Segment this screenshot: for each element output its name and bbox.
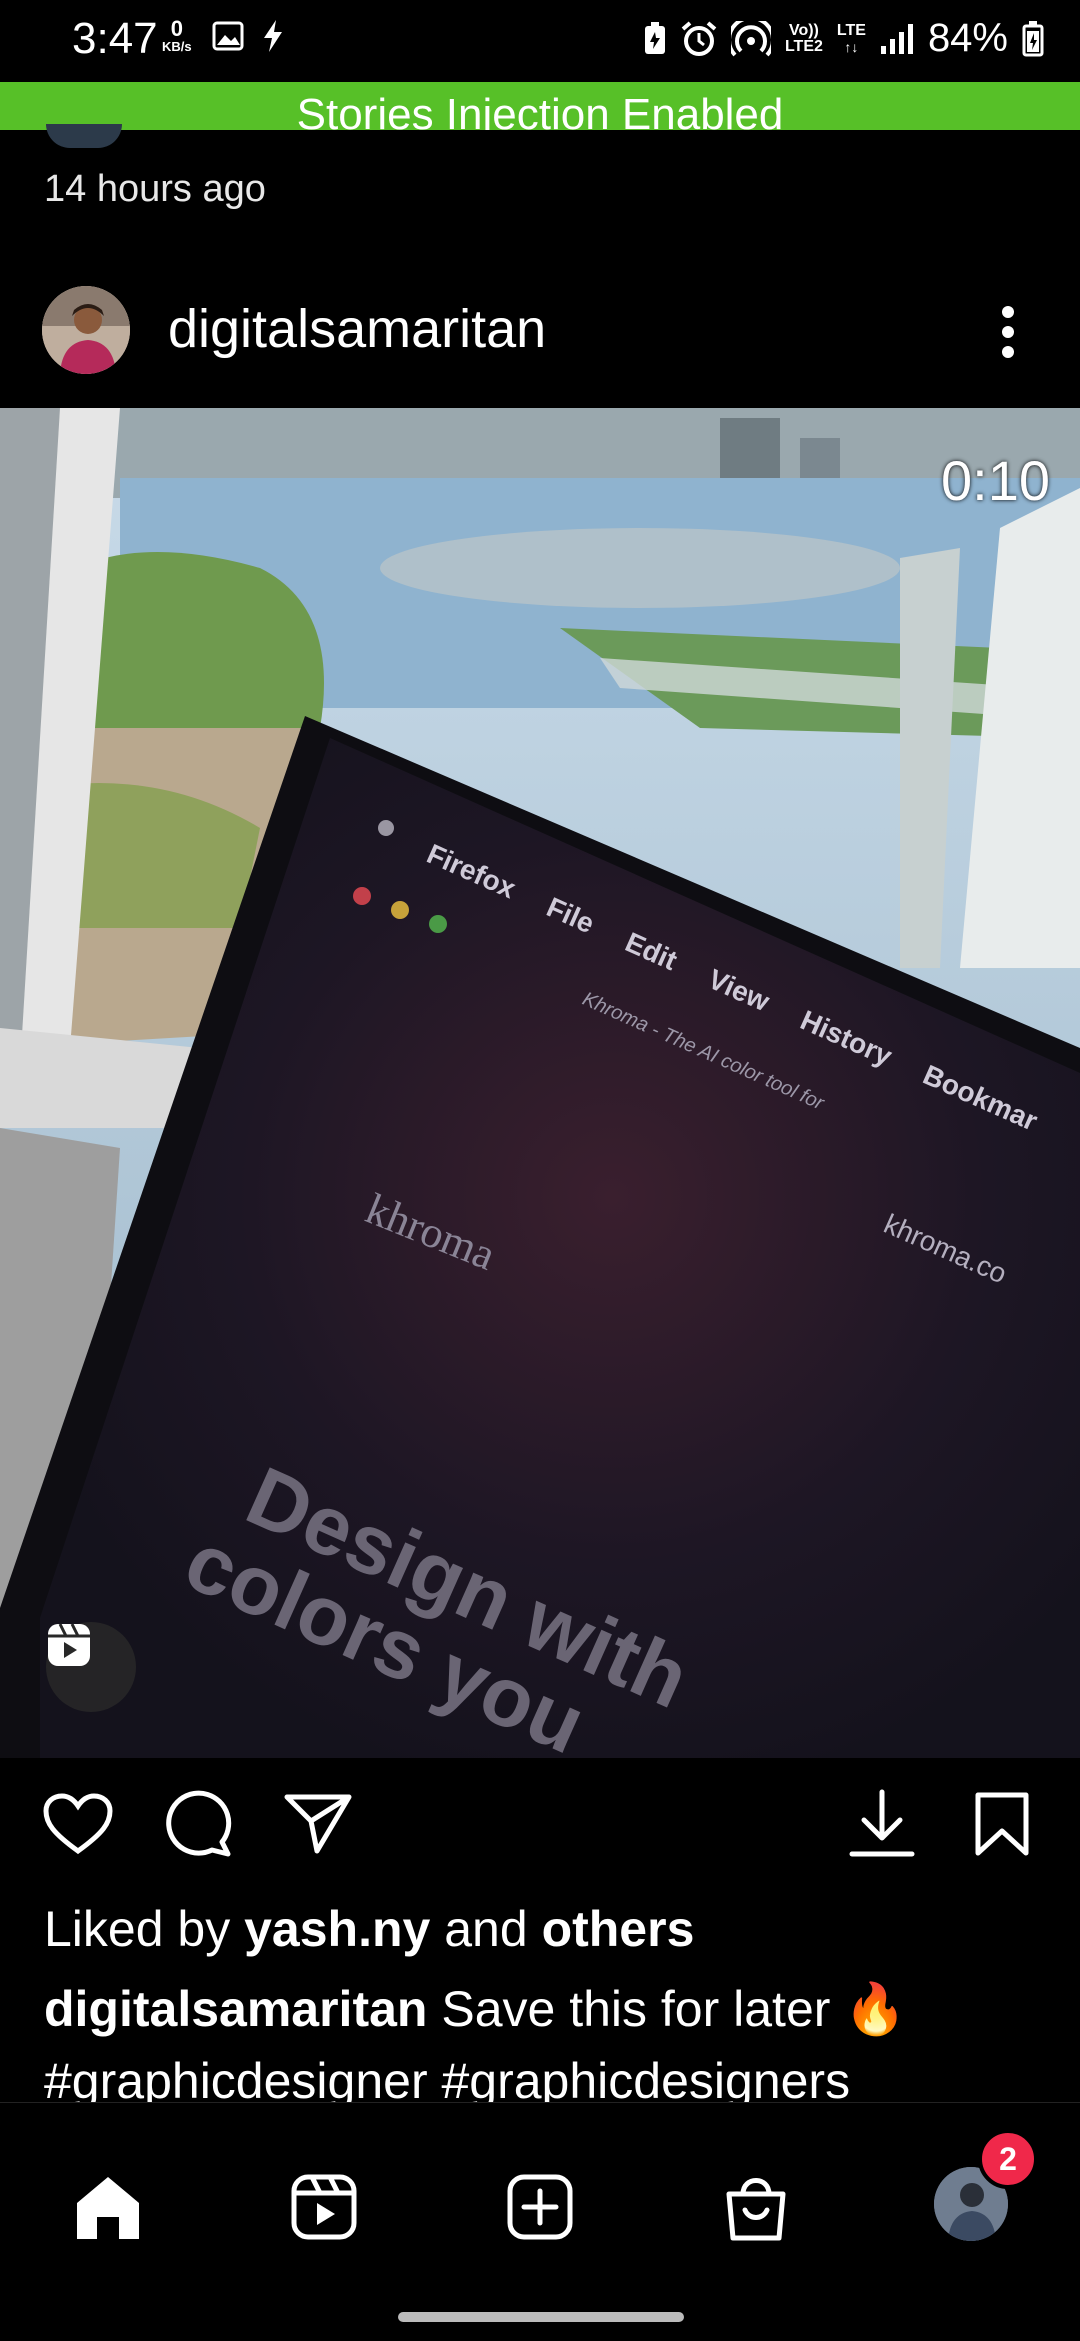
caption-text: Save this for later 🔥	[427, 1981, 907, 2037]
stories-injection-banner: Stories Injection Enabled	[0, 82, 1080, 130]
reels-icon	[48, 1623, 90, 1666]
add-icon	[507, 2174, 573, 2240]
battery-saver-icon	[644, 21, 665, 54]
heart-icon	[43, 1793, 113, 1855]
battery-icon	[1022, 20, 1044, 56]
reel-badge[interactable]	[46, 1622, 136, 1712]
network-speed: 0 KB/s	[162, 16, 192, 56]
avatar-image	[42, 286, 130, 374]
signal-icon	[880, 23, 913, 54]
likes-others-link[interactable]: others	[542, 1901, 695, 1957]
more-dot-icon	[1002, 326, 1014, 338]
nav-reels[interactable]	[284, 2167, 364, 2247]
notification-icons	[212, 20, 284, 52]
more-dot-icon	[1002, 346, 1014, 358]
comment-icon	[166, 1790, 232, 1857]
more-dot-icon	[1002, 306, 1014, 318]
nav-shop[interactable]	[716, 2167, 796, 2247]
more-options-button[interactable]	[988, 300, 1028, 364]
post-author-username[interactable]: digitalsamaritan	[168, 298, 546, 360]
send-icon	[284, 1794, 352, 1854]
download-icon	[849, 1789, 915, 1857]
hotspot-icon	[730, 20, 771, 56]
volte-label: Vo))	[788, 21, 819, 39]
like-button[interactable]	[42, 1788, 114, 1860]
home-indicator[interactable]	[398, 2312, 684, 2322]
network-speed-value: 0	[170, 16, 183, 41]
lte-indicator: LTE ↑↓	[836, 21, 866, 55]
network-speed-unit: KB/s	[162, 39, 192, 54]
shop-icon	[726, 2178, 786, 2241]
flash-icon	[264, 20, 282, 52]
post-caption: digitalsamaritan Save this for later 🔥	[44, 1980, 1054, 2039]
bookmark-icon	[975, 1792, 1029, 1856]
alarm-icon	[681, 20, 717, 56]
caption-hashtags[interactable]: #graphicdesigner #graphicdesigners	[44, 2052, 850, 2102]
bottom-navigation: 2	[0, 2102, 1080, 2341]
comment-button[interactable]	[162, 1788, 234, 1860]
volte-sim-label: LTE2	[784, 37, 823, 55]
notification-badge: 2	[978, 2129, 1038, 2189]
volte-indicator: Vo)) LTE2	[784, 21, 823, 55]
likes-user-link[interactable]: yash.ny	[244, 1901, 430, 1957]
banner-text: Stories Injection Enabled	[296, 90, 784, 130]
home-icon	[77, 2177, 139, 2239]
save-button[interactable]	[966, 1788, 1038, 1860]
likes-prefix: Liked by	[44, 1901, 245, 1957]
video-duration: 0:10	[941, 449, 1050, 512]
post-video[interactable]: Firefox File Edit View History Bookmar K…	[0, 408, 1080, 1758]
status-time: 3:47	[72, 14, 158, 63]
system-icons: Vo)) LTE2 LTE ↑↓ 84%	[643, 16, 1044, 61]
image-icon	[212, 21, 244, 51]
lte-label: LTE	[836, 21, 866, 39]
download-button[interactable]	[846, 1788, 918, 1860]
post-author-avatar[interactable]	[42, 286, 130, 374]
previous-post-time: 14 hours ago	[44, 168, 266, 210]
likes-summary[interactable]: Liked by yash.ny and others	[44, 1900, 694, 1958]
reels-icon	[291, 2174, 357, 2240]
likes-connector: and	[430, 1901, 542, 1957]
nav-create[interactable]	[500, 2167, 580, 2247]
nav-home[interactable]	[68, 2167, 148, 2247]
status-bar: 3:47 0 KB/s Vo)) LTE2 LTE ↑↓ 84%	[0, 0, 1080, 82]
share-button[interactable]	[282, 1788, 354, 1860]
caption-username[interactable]: digitalsamaritan	[44, 1981, 427, 2037]
battery-percent: 84%	[927, 16, 1008, 60]
previous-post-avatar[interactable]	[46, 124, 122, 148]
